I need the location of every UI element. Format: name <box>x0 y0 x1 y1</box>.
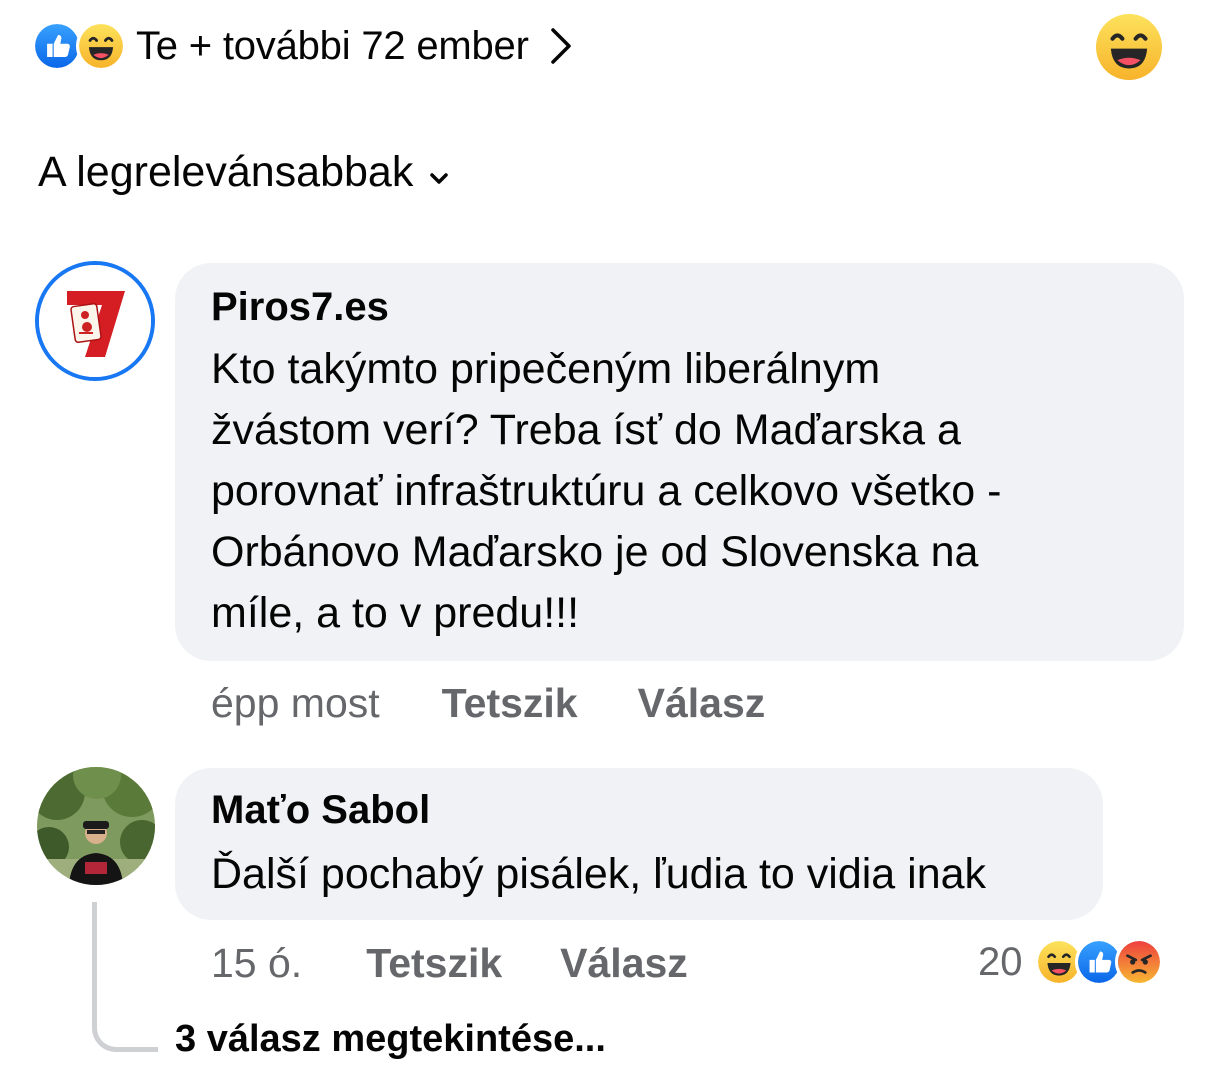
comment-actions: épp most Tetszik Válasz <box>211 680 765 727</box>
angry-icon <box>1114 938 1163 986</box>
reply-button[interactable]: Válasz <box>560 940 688 987</box>
comment-author[interactable]: Piros7.es <box>211 285 389 330</box>
reply-button[interactable]: Válasz <box>638 680 766 727</box>
avatar[interactable] <box>35 261 155 381</box>
comment-text: Kto takýmto pripečeným liberálnym žvásto… <box>211 345 1002 637</box>
comment-actions: 15 ó. Tetszik Válasz <box>211 940 688 987</box>
comment-timestamp[interactable]: 15 ó. <box>211 940 302 987</box>
comment-bubble: Piros7.es Kto takýmto pripečeným liberál… <box>175 263 1184 661</box>
piros7-logo <box>39 265 151 377</box>
reaction-icons <box>32 21 126 71</box>
like-icon <box>32 21 82 71</box>
reaction-summary-text[interactable]: Te + további 72 ember <box>136 24 529 69</box>
like-button[interactable]: Tetszik <box>442 680 578 727</box>
reaction-count: 20 <box>978 939 1023 984</box>
haha-icon[interactable] <box>1096 14 1162 80</box>
reaction-summary[interactable]: Te + további 72 ember <box>32 18 573 74</box>
sort-label: A legrelevánsabbak <box>38 148 414 196</box>
comment-text: Ďalší pochabý pisálek, ľudia to vidia in… <box>211 850 987 898</box>
haha-icon <box>76 21 126 71</box>
chevron-down-icon <box>429 148 449 197</box>
thread-connector <box>92 902 158 1052</box>
chevron-right-icon[interactable] <box>549 26 573 66</box>
sort-dropdown[interactable]: A legrelevánsabbak <box>38 148 449 197</box>
comment-author[interactable]: Maťo Sabol <box>211 788 430 833</box>
profile-photo <box>37 767 155 885</box>
comment-reactions[interactable]: 20 <box>978 938 1163 986</box>
comment-timestamp[interactable]: épp most <box>211 680 380 727</box>
view-replies-link[interactable]: 3 válasz megtekintése... <box>175 1018 606 1061</box>
avatar[interactable] <box>37 767 155 885</box>
comment-bubble: Maťo Sabol Ďalší pochabý pisálek, ľudia … <box>175 768 1103 920</box>
like-button[interactable]: Tetszik <box>366 940 502 987</box>
